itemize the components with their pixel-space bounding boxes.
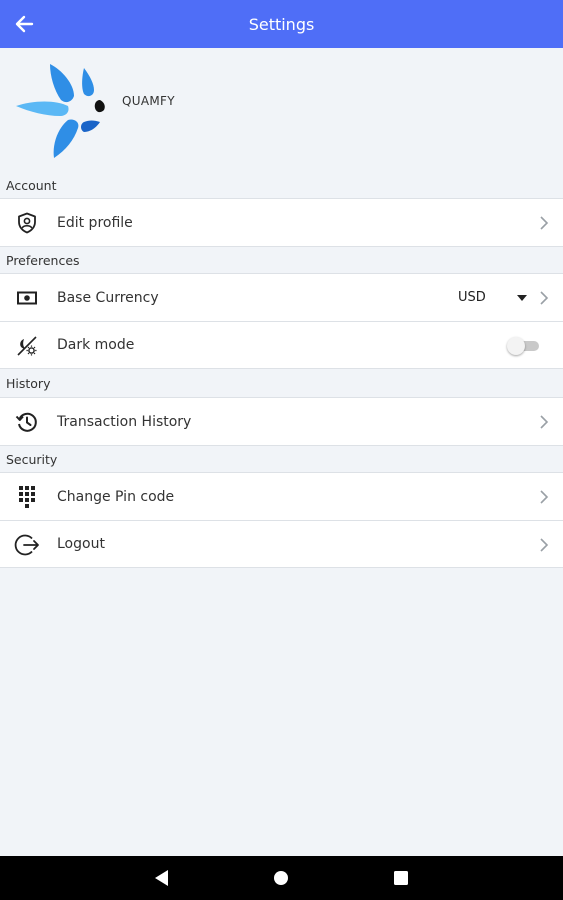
- back-button[interactable]: [10, 10, 38, 38]
- section-header-security: Security: [6, 451, 58, 467]
- history-icon: [14, 409, 40, 435]
- system-nav-bar: [0, 856, 563, 900]
- profile-header: QUAMFY: [0, 48, 563, 172]
- brand-name: QUAMFY: [122, 94, 175, 108]
- transaction-history-row[interactable]: Transaction History: [0, 398, 563, 445]
- recents-square-icon: [394, 871, 408, 885]
- dark-mode-label: Dark mode: [57, 337, 135, 353]
- chevron-right-icon: [540, 291, 549, 305]
- section-header-history: History: [6, 375, 51, 391]
- edit-profile-label: Edit profile: [57, 214, 133, 231]
- nav-home-button[interactable]: [271, 868, 291, 888]
- logout-label: Logout: [57, 536, 105, 552]
- dark-mode-toggle[interactable]: [507, 337, 541, 355]
- preferences-group: Base Currency USD Dark mode: [0, 273, 563, 369]
- section-header-account: Account: [6, 177, 57, 193]
- dropdown-caret-icon[interactable]: [517, 295, 527, 301]
- toggle-thumb: [507, 337, 525, 355]
- nav-recents-button[interactable]: [391, 868, 411, 888]
- quamfy-logo: [16, 64, 105, 158]
- chevron-right-icon: [540, 490, 549, 504]
- account-group: Edit profile: [0, 198, 563, 247]
- change-pin-label: Change Pin code: [57, 488, 175, 505]
- shield-user-icon: [14, 210, 40, 236]
- app-bar: Settings: [0, 0, 563, 48]
- dialpad-icon: [14, 484, 40, 510]
- home-circle-icon: [274, 871, 288, 885]
- edit-profile-row[interactable]: Edit profile: [0, 199, 563, 246]
- logout-icon: [14, 532, 40, 558]
- chevron-right-icon: [540, 415, 549, 429]
- section-header-preferences: Preferences: [6, 252, 80, 268]
- banknote-icon: [14, 285, 40, 311]
- history-group: Transaction History: [0, 397, 563, 446]
- change-pin-row[interactable]: Change Pin code: [0, 473, 563, 520]
- base-currency-label: Base Currency: [57, 289, 159, 306]
- currency-value[interactable]: USD: [458, 290, 486, 305]
- nav-back-button[interactable]: [152, 868, 172, 888]
- chevron-right-icon: [540, 216, 549, 230]
- back-triangle-icon: [155, 870, 168, 886]
- security-group: Change Pin code Logout: [0, 472, 563, 568]
- base-currency-row[interactable]: Base Currency USD: [0, 274, 563, 321]
- dark-mode-row[interactable]: Dark mode: [0, 321, 563, 368]
- logout-row[interactable]: Logout: [0, 520, 563, 567]
- page-title: Settings: [248, 14, 315, 34]
- theme-toggle-icon: [14, 333, 40, 359]
- arrow-left-icon: [15, 15, 34, 33]
- transaction-history-label: Transaction History: [57, 413, 192, 430]
- chevron-right-icon: [540, 538, 549, 552]
